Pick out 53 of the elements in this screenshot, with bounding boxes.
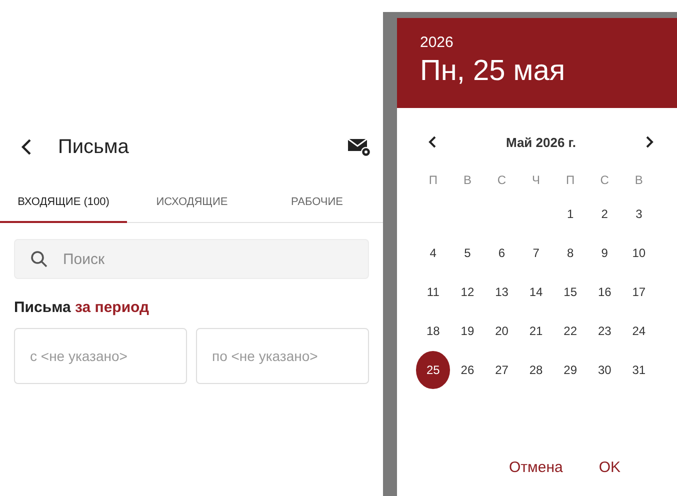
calendar-day[interactable]: 28 [518, 350, 554, 388]
date-from-field[interactable]: с <не указано> [14, 328, 187, 384]
calendar-day[interactable]: 12 [450, 272, 485, 310]
calendar-day[interactable]: 11 [416, 272, 450, 310]
tab[interactable]: ВХОДЯЩИЕ (100) [0, 183, 127, 223]
calendar-day[interactable]: 5 [450, 234, 485, 272]
calendar-day[interactable]: 3 [622, 194, 656, 232]
calendar-day[interactable]: 10 [622, 234, 656, 272]
weekday-label: П [428, 172, 438, 189]
calendar-day[interactable]: 22 [553, 312, 588, 350]
calendar-day[interactable]: 24 [622, 312, 656, 350]
calendar-day[interactable]: 17 [622, 272, 656, 310]
calendar-day[interactable]: 16 [587, 272, 622, 310]
selected-date: Пн, 25 мая [420, 55, 566, 88]
calendar-day[interactable]: 27 [484, 350, 519, 388]
calendar-day[interactable]: 13 [484, 272, 519, 310]
calendar-day[interactable]: 8 [553, 234, 588, 272]
mail-add-icon[interactable] [347, 137, 371, 157]
weekday-label: В [634, 172, 644, 189]
selected-year[interactable]: 2026 [420, 34, 677, 51]
weekday-label: П [565, 172, 576, 189]
calendar-day[interactable]: 30 [587, 350, 622, 388]
calendar-day[interactable]: 23 [587, 312, 622, 350]
calendar-day[interactable]: 18 [416, 312, 450, 350]
calendar-day[interactable]: 29 [553, 350, 588, 388]
calendar-day[interactable]: 15 [553, 272, 588, 310]
calendar-day[interactable]: 2 [587, 194, 622, 232]
weekday-label: Ч [531, 172, 542, 189]
weekday-label: С [496, 172, 508, 189]
weekday-label: В [462, 172, 472, 189]
calendar-day[interactable]: 26 [450, 350, 485, 388]
tab[interactable]: РАБОЧИЕ [257, 183, 377, 223]
dialog-button[interactable]: OK [598, 459, 621, 476]
calendar-day[interactable]: 31 [622, 350, 656, 388]
calendar-day[interactable]: 1 [553, 194, 588, 232]
screen-title: Письма [58, 136, 130, 158]
calendar-day[interactable]: 21 [518, 312, 554, 350]
month-title: Май 2026 г. [506, 134, 576, 150]
tab[interactable]: ИСХОДЯЩИЕ [127, 183, 257, 223]
search-field[interactable]: Поиск [14, 239, 369, 279]
calendar-day[interactable]: 14 [518, 272, 554, 310]
calendar-day[interactable]: 7 [518, 234, 554, 272]
search-icon [30, 250, 48, 268]
date-to-field[interactable]: по <не указано> [196, 328, 369, 384]
calendar-day[interactable]: 19 [450, 312, 485, 350]
period-label: Письма за период [14, 299, 150, 316]
dialog-button[interactable]: Отмена [509, 459, 563, 476]
calendar-day[interactable]: 6 [484, 234, 519, 272]
calendar-day[interactable]: 20 [484, 312, 519, 350]
weekday-label: С [599, 172, 610, 189]
calendar-day[interactable]: 4 [416, 234, 450, 272]
calendar-day[interactable]: 9 [587, 234, 622, 272]
calendar-day[interactable]: 25 [416, 350, 450, 388]
